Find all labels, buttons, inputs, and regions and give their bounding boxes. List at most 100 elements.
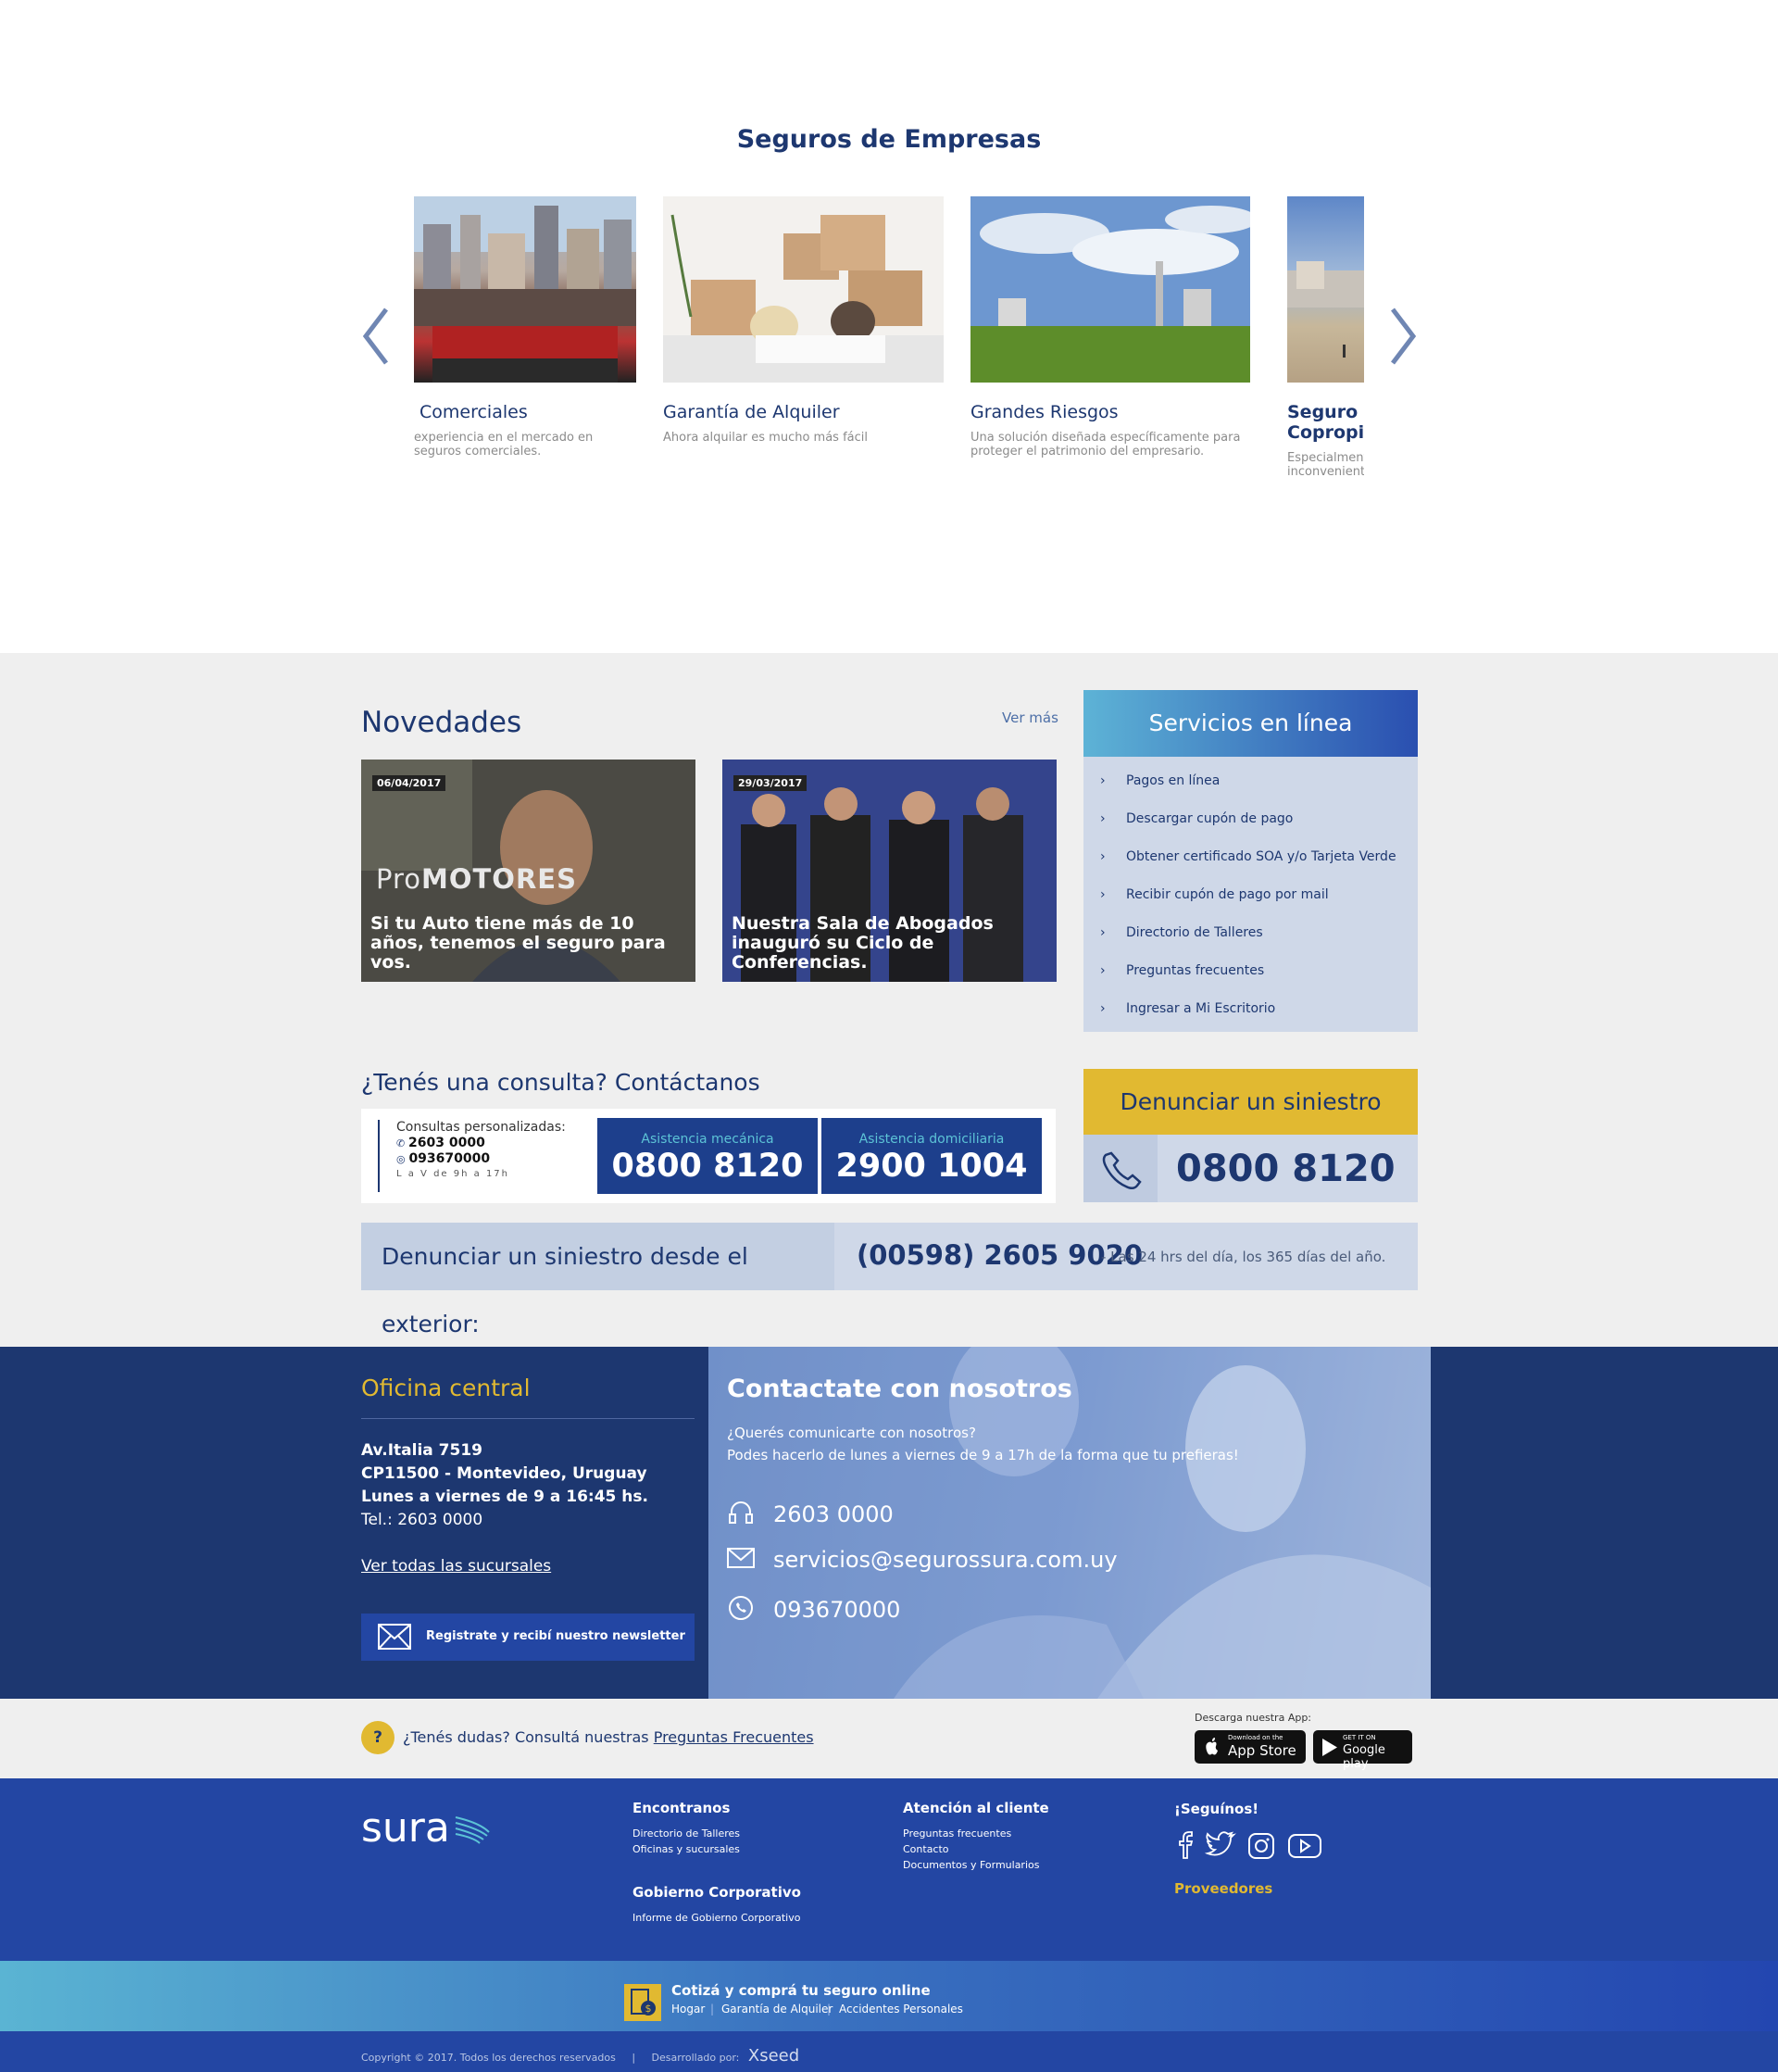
- newsletter-label: Registrate y recibí nuestro newsletter: [426, 1629, 685, 1643]
- card-desc: Ahora alquilar es mucho más fácil: [663, 431, 868, 445]
- card-desc: Una solución diseñada específicamente pa…: [970, 431, 1241, 458]
- asistencia-number: 0800 8120: [611, 1148, 804, 1185]
- oficina-line: Av.Italia 7519: [361, 1441, 482, 1460]
- servicio-cupon[interactable]: › Descargar cupón de pago: [1100, 811, 1293, 826]
- news-card[interactable]: 29/03/2017 Nuestra Sala de Abogados inau…: [722, 760, 1057, 982]
- contacto-whatsapp[interactable]: 093670000: [727, 1594, 900, 1627]
- logo-text: sura: [361, 1804, 450, 1852]
- servicio-escritorio[interactable]: › Ingresar a Mi Escritorio: [1100, 1001, 1275, 1016]
- contacto-sub-line: Podes hacerlo de lunes a viernes de 9 a …: [727, 1447, 1239, 1463]
- card-title: Seguro In Copropie: [1287, 402, 1364, 443]
- newsletter-button[interactable]: Registrate y recibí nuestro newsletter: [361, 1614, 695, 1661]
- card-title: Garantía de Alquiler: [663, 402, 840, 422]
- contacto-whatsapp-text: 093670000: [773, 1597, 901, 1623]
- app-store-button[interactable]: Download on the App Store: [1195, 1730, 1306, 1764]
- headset-icon: [727, 1499, 773, 1532]
- servicio-label: Recibir cupón de pago por mail: [1126, 887, 1329, 902]
- sucursales-link[interactable]: Ver todas las sucursales: [361, 1557, 551, 1576]
- consulta-whatsapp-number: 093670000: [408, 1151, 491, 1166]
- servicio-preguntas[interactable]: › Preguntas frecuentes: [1100, 963, 1264, 978]
- servicio-label: Ingresar a Mi Escritorio: [1126, 1001, 1276, 1016]
- empresas-card-garantia[interactable]: Garantía de Alquiler Ahora alquilar es m…: [663, 196, 944, 474]
- chevron-right-icon: ›: [1100, 811, 1106, 826]
- empresas-title: Seguros de Empresas: [736, 125, 1042, 154]
- footer-link-talleres[interactable]: Directorio de Talleres: [632, 1827, 740, 1840]
- news-card[interactable]: 06/04/2017 ProMOTORES Si tu Auto tiene m…: [361, 760, 695, 982]
- servicio-certificado[interactable]: › Obtener certificado SOA y/o Tarjeta Ver…: [1100, 849, 1396, 864]
- news-headline: Nuestra Sala de Abogados inauguró su Cic…: [732, 913, 994, 973]
- footer-link-documentos[interactable]: Documentos y Formularios: [903, 1859, 1039, 1871]
- contacto-email[interactable]: servicios@segurossura.com.uy: [727, 1547, 1118, 1575]
- youtube-icon[interactable]: [1287, 1830, 1322, 1862]
- consulta-phone[interactable]: ✆ 2603 0000: [396, 1136, 566, 1150]
- footer-link-gobierno[interactable]: Informe de Gobierno Corporativo: [632, 1912, 800, 1924]
- news-date: 06/04/2017: [372, 775, 446, 791]
- footer-link-preguntas[interactable]: Preguntas frecuentes: [903, 1827, 1011, 1840]
- asistencia-domiciliaria[interactable]: Asistencia domiciliaria 2900 1004: [821, 1118, 1042, 1194]
- chevron-right-icon: ›: [1100, 773, 1106, 788]
- phone-icon: [1083, 1135, 1158, 1202]
- grandes-riesgos-image: [970, 196, 1250, 383]
- comerciales-image: [414, 196, 636, 383]
- consulta-horario: L a V de 9h a 17h: [396, 1169, 510, 1179]
- exterior-banner: Denunciar un siniestro desde el exterior…: [361, 1223, 1418, 1337]
- servicios-panel: Servicios en línea › Pagos en línea › Desc…: [1083, 690, 1418, 1032]
- empresas-card-comerciales[interactable]: Comerciales experiencia en el mercado en…: [414, 196, 636, 474]
- beach-illustration: [1287, 261, 1364, 358]
- card-desc: experiencia en el mercado en seguros com…: [414, 431, 594, 458]
- copyright-text: Copyright © 2017. Todos los derechos res…: [361, 2046, 800, 2066]
- empresas-card-grandes-riesgos[interactable]: Grandes Riesgos Una solución diseñada es…: [970, 196, 1250, 474]
- sura-logo-mark: [455, 1816, 490, 1844]
- proveedores-link[interactable]: Proveedores: [1174, 1880, 1272, 1897]
- twitter-icon[interactable]: [1204, 1830, 1239, 1862]
- consultas-label: Consultas personalizadas:: [396, 1120, 566, 1135]
- developer-logo[interactable]: Xseed: [748, 2046, 799, 2066]
- footer-link-oficinas[interactable]: Oficinas y sucursales: [632, 1843, 740, 1855]
- whatsapp-icon: [727, 1594, 773, 1627]
- servicio-label: Descargar cupón de pago: [1126, 811, 1294, 826]
- copyright-bar: [0, 2031, 1778, 2072]
- carousel-next-button[interactable]: [1382, 306, 1422, 367]
- oficina-line: CP11500 - Montevideo, Uruguay: [361, 1464, 647, 1483]
- cotiza-link-accidentes[interactable]: Accidentes Personales: [839, 2003, 963, 2015]
- chevron-right-icon: ›: [1100, 925, 1106, 940]
- empresas-card-copropiedad[interactable]: Seguro In Copropie Especialment inconven…: [1287, 196, 1364, 483]
- news-date: 29/03/2017: [733, 775, 808, 791]
- facebook-icon[interactable]: [1171, 1830, 1206, 1862]
- cotiza-link-hogar[interactable]: Hogar: [671, 2003, 705, 2015]
- app-store-label: App Store: [1228, 1742, 1296, 1759]
- cotiza-link-garantia[interactable]: Garantía de Alquiler: [721, 2003, 833, 2015]
- asistencia-label: Asistencia mecánica: [641, 1132, 774, 1147]
- servicio-pagos[interactable]: › Pagos en línea: [1100, 773, 1220, 788]
- carousel-prev-button[interactable]: [357, 306, 397, 367]
- oficina-line: Tel.: 2603 0000: [361, 1511, 483, 1529]
- footer-link-contacto[interactable]: Contacto: [903, 1843, 949, 1855]
- ver-mas-link[interactable]: Ver más: [1002, 710, 1058, 726]
- contacto-phone[interactable]: 2603 0000: [727, 1499, 894, 1532]
- consulta-whatsapp[interactable]: ◎ 093670000: [396, 1151, 566, 1166]
- exterior-number[interactable]: (00598) 2605 9020: [857, 1239, 1143, 1271]
- google-play-button[interactable]: GET IT ON Google play: [1313, 1730, 1412, 1771]
- consulta-box: Consultas personalizadas: ✆ 2603 0000 ◎ …: [361, 1109, 1056, 1203]
- instagram-icon[interactable]: [1244, 1830, 1279, 1862]
- servicio-cupon-mail[interactable]: › Recibir cupón de pago por mail: [1100, 887, 1329, 902]
- denunciar-box[interactable]: 0800 8120: [1083, 1135, 1418, 1202]
- google-play-icon: [1322, 1739, 1337, 1756]
- servicios-title: Servicios en línea: [1083, 690, 1418, 757]
- servicio-talleres[interactable]: › Directorio de Talleres: [1100, 925, 1263, 940]
- oficina-divider: [361, 1418, 695, 1419]
- asistencia-mecanica[interactable]: Asistencia mecánica 0800 8120: [597, 1118, 818, 1194]
- preguntas-frecuentes-link[interactable]: Preguntas Frecuentes: [654, 1728, 814, 1746]
- seguinos-heading: ¡Seguínos!: [1174, 1801, 1259, 1817]
- contacto-subtitle: ¿Querés comunicarte con nosotros? Podes …: [727, 1422, 1239, 1466]
- card-title: Comerciales: [419, 402, 528, 422]
- servicio-label: Obtener certificado SOA y/o Tarjeta Verd…: [1126, 849, 1396, 864]
- card-title: Grandes Riesgos: [970, 402, 1119, 422]
- atencion-heading: Atención al cliente: [903, 1800, 1049, 1816]
- contacto-email-text: servicios@segurossura.com.uy: [773, 1547, 1118, 1573]
- servicio-label: Pagos en línea: [1126, 773, 1221, 788]
- oficina-address: Av.Italia 7519 CP11500 - Montevideo, Uru…: [361, 1439, 648, 1532]
- chevron-right-icon: ›: [1100, 887, 1106, 902]
- servicio-label: Directorio de Talleres: [1126, 925, 1263, 940]
- sura-logo[interactable]: sura: [361, 1804, 491, 1852]
